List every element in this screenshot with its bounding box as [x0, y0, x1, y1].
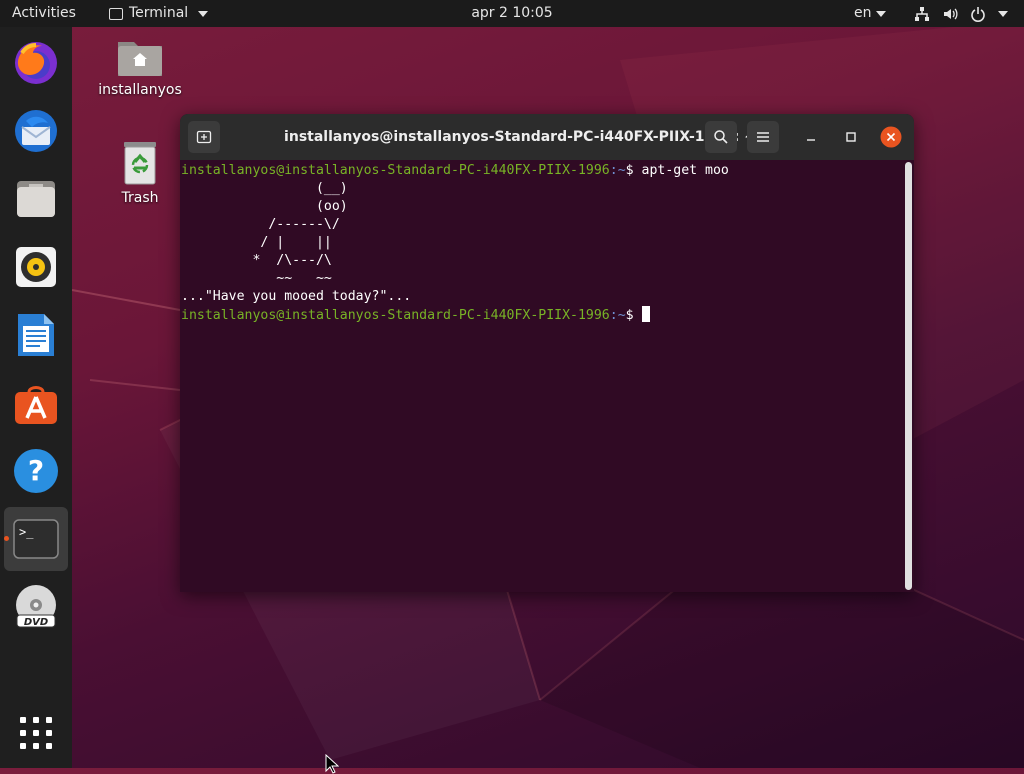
dock-ubuntu-software[interactable] [4, 371, 68, 435]
home-folder-label: installanyos [98, 82, 182, 98]
prompt-user-host: installanyos@installanyos-Standard-PC-i4… [181, 163, 610, 178]
terminal-headerbar[interactable]: installanyos@installanyos-Standard-PC-i4… [180, 114, 914, 160]
search-icon [714, 130, 728, 144]
prompt-symbol: $ [625, 308, 642, 323]
chevron-down-icon [875, 10, 886, 17]
command-output: (__) (oo) /------\/ / | || * /\---/\ ~~ … [181, 181, 412, 304]
new-tab-button[interactable] [188, 121, 220, 153]
prompt-path: :~ [609, 308, 626, 323]
scrollbar[interactable] [905, 162, 912, 590]
network-icon [915, 6, 929, 21]
close-icon [880, 126, 902, 148]
trash-label: Trash [121, 190, 159, 206]
dock-writer[interactable] [4, 303, 68, 367]
home-folder-icon [118, 42, 162, 76]
dock-show-applications[interactable] [4, 701, 68, 765]
dvd-icon: DVD [16, 585, 56, 628]
terminal-output-area[interactable]: installanyos@installanyos-Standard-PC-i4… [180, 160, 914, 592]
clock-label: apr 2 10:05 [471, 5, 553, 21]
maximize-button[interactable] [835, 121, 867, 153]
text-cursor [641, 306, 650, 322]
desktop-trash[interactable]: Trash [95, 140, 185, 206]
mouse-pointer-icon [325, 754, 339, 774]
power-icon [971, 6, 985, 22]
new-tab-icon [196, 130, 212, 144]
hamburger-menu-icon [757, 132, 769, 142]
system-menu[interactable] [914, 0, 1008, 27]
terminal-icon: >_ [13, 519, 59, 559]
top-panel: Activities Terminal apr 2 10:05 en [0, 0, 1024, 27]
dock-terminal[interactable]: >_ [4, 507, 68, 571]
dock-thunderbird[interactable] [4, 99, 68, 163]
desktop-home-folder[interactable]: installanyos [95, 36, 185, 98]
dock-help[interactable]: ? [4, 439, 68, 503]
command-text: apt-get moo [641, 163, 729, 178]
maximize-icon [846, 132, 856, 142]
minimize-button[interactable] [795, 121, 827, 153]
terminal-window[interactable]: installanyos@installanyos-Standard-PC-i4… [180, 114, 914, 592]
close-button[interactable] [875, 121, 907, 153]
prompt-user-host: installanyos@installanyos-Standard-PC-i4… [181, 308, 610, 323]
rhythmbox-icon [16, 247, 56, 287]
libreoffice-writer-icon [18, 314, 54, 356]
firefox-icon [15, 42, 57, 84]
ubuntu-software-icon [15, 386, 57, 424]
dock-dvd[interactable]: DVD [4, 575, 68, 639]
menu-button[interactable] [747, 121, 779, 153]
svg-text:>_: >_ [19, 525, 34, 539]
dock-firefox[interactable] [4, 31, 68, 95]
language-label: en [854, 5, 872, 21]
svg-text:?: ? [28, 454, 44, 487]
minimize-icon [807, 139, 815, 141]
trash-icon [124, 142, 156, 185]
prompt-path: :~ [609, 163, 626, 178]
volume-icon [944, 8, 958, 19]
running-indicator [4, 536, 9, 541]
prompt-symbol: $ [625, 163, 642, 178]
language-selector[interactable]: en [854, 0, 886, 27]
show-applications-icon [20, 717, 52, 749]
thunderbird-icon [15, 110, 57, 152]
dock: ? >_ DVD [0, 27, 72, 768]
help-icon: ? [14, 449, 58, 493]
dock-files[interactable] [4, 167, 68, 231]
svg-text:DVD: DVD [24, 617, 48, 628]
search-button[interactable] [705, 121, 737, 153]
dock-rhythmbox[interactable] [4, 235, 68, 299]
chevron-down-icon [998, 10, 1008, 17]
files-icon [17, 181, 55, 217]
